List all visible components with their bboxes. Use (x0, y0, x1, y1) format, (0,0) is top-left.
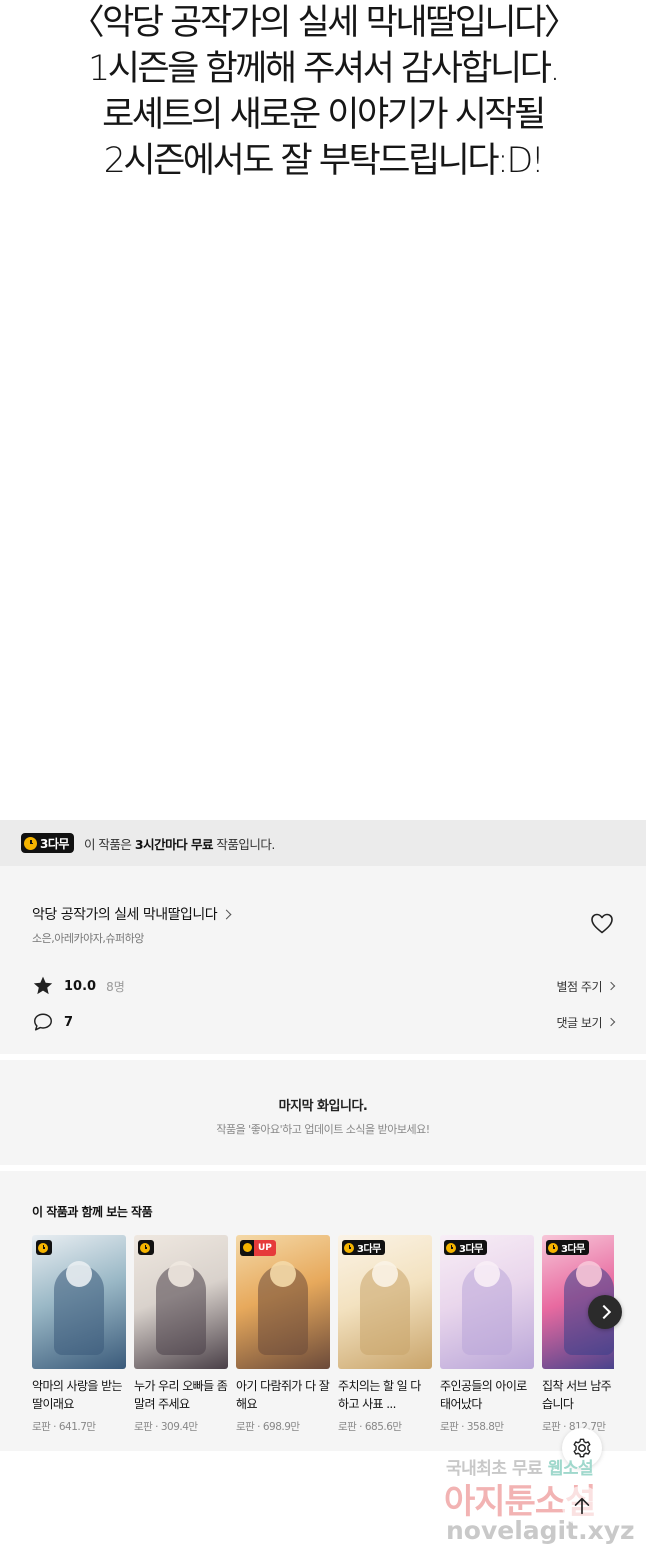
closing-message-line: 로셰트의 새로운 이야기가 시작될 (102, 95, 546, 135)
recommendations-heading: 이 작품과 함께 보는 작품 (32, 1205, 153, 1219)
free-banner-bold: 3시간마다 무료 (134, 836, 214, 852)
3damu-badge: 3다무 (21, 833, 74, 853)
recommendation-cover: 3다무 (338, 1235, 432, 1369)
last-episode-title: 마지막 화입니다. (278, 1099, 368, 1114)
recommendation-item[interactable]: 3다무주치의는 할 일 다 하고 사표 ... 로판 · 685.6만 (338, 1235, 432, 1434)
watermark-line3: novelagit.xyz (446, 1516, 635, 1545)
rate-button[interactable]: 별점 주기 (556, 978, 616, 995)
recommendation-item[interactable]: UP 아기 다람쥐가 다 잘해요로판 · 698.9만 (236, 1235, 330, 1434)
cover-illustration-head (372, 1261, 398, 1287)
free-every-3h-banner: 3다무 이 작품은 3시간마다 무료 작품입니다. (0, 820, 646, 866)
rater-count: 8명 (106, 979, 125, 994)
clock-icon (38, 1242, 48, 1253)
cover-illustration-head (576, 1261, 602, 1287)
recommendation-item[interactable]: 3다무주인공들의 아이로 태어났다로판 · 358.8만 (440, 1235, 534, 1434)
recommendation-item[interactable]: 누가 우리 오빠들 좀 말려 주세요로판 · 309.4만 (134, 1235, 228, 1434)
work-title-link[interactable]: 악당 공작가의 실세 막내딸입니다 (32, 904, 232, 924)
closing-message-lines: 〈악당 공작가의 실세 막내딸입니다〉 1시즌을 함께해 주셔서 감사합니다. … (0, 0, 646, 184)
recommendation-cover: UP (236, 1235, 330, 1369)
badge-label: 3다무 (357, 1244, 381, 1255)
rate-button-label: 별점 주기 (556, 979, 603, 994)
recommendation-title: 집착 서브 남주 키웠습니다 (542, 1379, 614, 1411)
cover-illustration-head (66, 1261, 92, 1287)
clock-badge (138, 1240, 154, 1255)
clock-icon (24, 836, 37, 850)
recommendation-item[interactable]: 악마의 사랑을 받는 딸이래요로판 · 641.7만 (32, 1235, 126, 1434)
settings-button[interactable] (562, 1428, 602, 1468)
free-banner-suffix: 작품입니다. (212, 836, 275, 852)
recommendation-title: 아기 다람쥐가 다 잘해요 (236, 1379, 330, 1411)
clock-badge (36, 1240, 52, 1255)
arrow-up-icon (574, 1497, 590, 1515)
watermark-line1-a: 국내최초 무료 (446, 1459, 548, 1479)
chevron-right-icon (221, 909, 232, 919)
gear-icon (573, 1438, 591, 1458)
3damu-badge: 3다무 (546, 1240, 589, 1255)
3damu-badge-label: 3다무 (40, 836, 69, 851)
clock-icon (344, 1242, 354, 1253)
work-authors: 소은,아레카야자,슈퍼하앙 (32, 932, 144, 945)
3damu-badge: 3다무 (444, 1240, 487, 1255)
last-episode-subtitle: 작품을 '좋아요'하고 업데이트 소식을 받아보세요! (216, 1123, 430, 1136)
chevron-right-icon (606, 1017, 616, 1027)
badge-label: 3다무 (459, 1244, 483, 1255)
comment-count: 7 (64, 1014, 74, 1030)
recommendation-cover (134, 1235, 228, 1369)
clock-icon (548, 1242, 558, 1253)
rating-score: 10.0 (64, 978, 97, 994)
recommendation-title: 악마의 사랑을 받는 딸이래요 (32, 1379, 123, 1411)
comments-row: 7 댓글 보기 (32, 1010, 616, 1034)
view-comments-label: 댓글 보기 (556, 1015, 603, 1030)
clock-icon (446, 1242, 456, 1253)
closing-message-line: 1시즌을 함께해 주셔서 감사합니다. (87, 49, 561, 89)
clock-icon (140, 1242, 150, 1253)
comment-icon (34, 1013, 52, 1031)
recommendation-title: 주치의는 할 일 다 하고 사표 ... (338, 1379, 421, 1411)
chevron-right-icon[interactable] (588, 1295, 622, 1329)
recommendations-section: 이 작품과 함께 보는 작품 악마의 사랑을 받는 딸이래요로판 · 641.7… (0, 1171, 646, 1451)
heart-icon[interactable] (590, 912, 614, 934)
star-icon (33, 976, 53, 995)
last-episode-notice: 마지막 화입니다. 작품을 '좋아요'하고 업데이트 소식을 받아보세요! (0, 1060, 646, 1165)
closing-message-line: 2시즌에서도 잘 부탁드립니다:D! (103, 141, 545, 181)
recommendation-meta: 로판 · 685.6만 (338, 1421, 402, 1433)
recommendation-title: 주인공들의 아이로 태어났다 (440, 1379, 527, 1411)
closing-message-line: 〈악당 공작가의 실세 막내딸입니다〉 (69, 3, 579, 43)
cover-illustration-head (270, 1261, 296, 1287)
up-badge: UP (240, 1240, 276, 1256)
free-banner-prefix: 이 작품은 (83, 836, 135, 852)
recommendation-title: 누가 우리 오빠들 좀 말려 주세요 (134, 1379, 228, 1411)
recommendation-meta: 로판 · 641.7만 (32, 1421, 96, 1433)
chevron-right-icon (606, 981, 616, 991)
rating-row: 10.0 8명 별점 주기 (32, 974, 616, 998)
free-banner-text: 이 작품은 3시간마다 무료 작품입니다. (84, 834, 275, 853)
work-info-section: 악당 공작가의 실세 막내딸입니다 소은,아레카야자,슈퍼하앙 10.0 8명 … (0, 866, 646, 1054)
recommendation-meta: 로판 · 309.4만 (134, 1421, 198, 1433)
recommendation-meta: 로판 · 698.9만 (236, 1421, 300, 1433)
cover-illustration-head (168, 1261, 194, 1287)
clock-icon (240, 1240, 254, 1256)
view-comments-button[interactable]: 댓글 보기 (556, 1014, 616, 1031)
recommendation-cover: 3다무 (440, 1235, 534, 1369)
recommendation-item[interactable]: 3다무집착 서브 남주 키웠습니다로판 · 812.7만 (542, 1235, 614, 1434)
recommendation-meta: 로판 · 358.8만 (440, 1421, 504, 1433)
up-badge-label: UP (254, 1240, 276, 1256)
recommendation-cover (32, 1235, 126, 1369)
cover-illustration-head (474, 1261, 500, 1287)
3damu-badge: 3다무 (342, 1240, 385, 1255)
badge-label: 3다무 (561, 1244, 585, 1255)
recommendations-list: 악마의 사랑을 받는 딸이래요 로판 · 641.7만 누가 우리 오빠들 좀 말려… (32, 1235, 614, 1445)
closing-message-image: 〈악당 공작가의 실세 막내딸입니다〉 1시즌을 함께해 주셔서 감사합니다. … (0, 0, 646, 820)
work-title: 악당 공작가의 실세 막내딸입니다 (32, 907, 218, 923)
scroll-top-button[interactable] (562, 1486, 602, 1526)
